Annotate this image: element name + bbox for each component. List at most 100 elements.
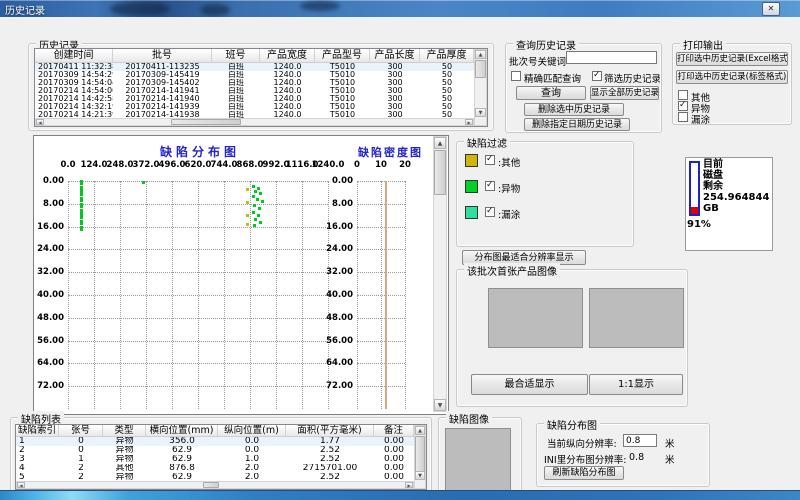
scroll-up-icon[interactable]: ▲	[434, 137, 446, 149]
print-label-button[interactable]: 打印选中历史记录(标签格式)	[676, 70, 788, 84]
column-header[interactable]: 产品厚度	[420, 49, 474, 62]
table-cell: 300	[370, 63, 420, 71]
batch-keyword-input[interactable]	[566, 51, 657, 64]
history-table[interactable]: 创建时间批号班号产品宽度产品型号产品长度产品厚度 20170411 11:32:…	[34, 48, 488, 127]
table-cell: 20170411 11:32:38	[35, 63, 113, 71]
defect-density-plot	[357, 181, 405, 409]
defect-point-dash	[80, 191, 83, 196]
legend-checkbox[interactable]	[485, 207, 495, 217]
column-header[interactable]: 产品长度	[370, 49, 420, 62]
table-row[interactable]: 10异物356.00.01.770.00	[16, 437, 426, 446]
one-to-one-display-button[interactable]: 1:1显示	[589, 374, 683, 395]
scroll-down-icon[interactable]: ▼	[475, 108, 486, 117]
scrollbar-thumb[interactable]	[171, 119, 241, 125]
table-row[interactable]: 20170214 14:32:1920170214-141939白班1240.0…	[35, 103, 487, 111]
column-header[interactable]: 面积(平方毫米)	[286, 425, 374, 436]
defect-point-dash	[80, 203, 83, 208]
column-header[interactable]: 备注	[374, 425, 414, 436]
table-cell: 2.52	[286, 455, 374, 464]
scroll-right-icon[interactable]: ▶	[405, 482, 413, 488]
y-axis-tick: 24.00	[34, 244, 64, 254]
legend-checkbox[interactable]	[485, 155, 495, 165]
table-cell: 50	[420, 103, 474, 111]
print-filter-checkbox[interactable]	[678, 112, 688, 122]
scrollbar-thumb[interactable]	[434, 150, 446, 195]
print-filter-checkbox[interactable]	[678, 101, 688, 111]
scrollbar-thumb[interactable]	[415, 436, 425, 472]
y-axis-tick: 56.00	[324, 336, 353, 346]
x-axis-tick: 248.0	[107, 160, 134, 170]
desktop-glass-blob	[200, 4, 230, 16]
defect-vertical-scrollbar[interactable]: ▲ ▼	[414, 425, 426, 489]
scroll-left-icon[interactable]: ◀	[17, 482, 25, 488]
product-image-placeholder-2	[589, 288, 684, 348]
table-row[interactable]: 20异物62.90.02.520.00	[16, 446, 426, 455]
defect-table[interactable]: 缺陷索引张号类型横向位置(mm)纵向位置(m)面积(平方毫米)备注 10异物35…	[15, 424, 427, 490]
scroll-up-icon[interactable]: ▲	[475, 50, 486, 59]
scroll-left-icon[interactable]: ◀	[36, 119, 44, 125]
table-cell: 50	[420, 71, 474, 79]
y-axis-tick: 8.00	[324, 199, 353, 209]
scroll-up-icon[interactable]: ▲	[415, 426, 425, 435]
table-cell: 异物	[103, 437, 146, 446]
defect-horizontal-scrollbar[interactable]: ◀ ▶	[16, 481, 414, 489]
defect-point-dot	[257, 214, 260, 217]
best-fit-display-button[interactable]: 最合适显示	[471, 374, 588, 395]
refresh-defect-map-button[interactable]: 刷新缺陷分布图	[544, 466, 624, 480]
column-header[interactable]: 横向位置(mm)	[146, 425, 218, 436]
column-header[interactable]: 批号	[113, 49, 212, 62]
column-header[interactable]: 类型	[103, 425, 146, 436]
column-header[interactable]: 纵向位置(m)	[218, 425, 286, 436]
table-cell: T5010	[315, 103, 370, 111]
column-header[interactable]: 张号	[59, 425, 103, 436]
table-row[interactable]: 42其他876.82.02715701.000.00	[16, 464, 426, 473]
table-row[interactable]: 20170214 14:54:0020170214-141941白班1240.0…	[35, 87, 487, 95]
delete-selected-history-button[interactable]: 删除选中历史记录	[524, 103, 624, 116]
column-header[interactable]: 创建时间	[35, 49, 113, 62]
scrollbar-thumb[interactable]	[475, 60, 486, 78]
titlebar[interactable]: 历史记录 ✕	[0, 0, 800, 17]
density-chart-title: 缺陷密度图	[358, 144, 423, 160]
close-icon[interactable]: ✕	[762, 2, 780, 16]
meter-unit-label: 米	[665, 436, 675, 450]
column-header[interactable]: 缺陷索引	[16, 425, 59, 436]
column-header[interactable]: 产品宽度	[260, 49, 315, 62]
table-cell: 300	[370, 95, 420, 103]
table-row[interactable]: 20170309 14:54:0420170309-145402白班1240.0…	[35, 79, 487, 87]
print-excel-button[interactable]: 打印选中历史记录(Excel格式)	[676, 52, 788, 66]
disk-info-line: 目前	[703, 159, 770, 170]
show-all-history-button[interactable]: 显示全部历史记录	[590, 86, 659, 100]
current-resolution-label: 当前纵向分辨率:	[547, 436, 617, 450]
table-cell: 300	[370, 71, 420, 79]
defect-point-dot	[253, 204, 256, 207]
dialog-client-area: 历史记录 创建时间批号班号产品宽度产品型号产品长度产品厚度 20170411 1…	[0, 17, 800, 490]
chart-vertical-scrollbar[interactable]: ▲ ▼	[433, 136, 447, 412]
scroll-down-icon[interactable]: ▼	[434, 399, 446, 411]
y-axis-tick: 40.00	[34, 290, 64, 300]
scroll-right-icon[interactable]: ▶	[465, 119, 473, 125]
table-cell: 0	[59, 446, 103, 455]
print-group-title: 打印输出	[680, 37, 726, 52]
query-button[interactable]: 查询	[516, 86, 586, 100]
table-cell: 白班	[212, 63, 260, 71]
column-header[interactable]: 产品型号	[315, 49, 370, 62]
exact-match-checkbox[interactable]	[511, 71, 521, 81]
current-resolution-input[interactable]	[623, 434, 657, 447]
gridline	[357, 363, 405, 364]
history-vertical-scrollbar[interactable]: ▲ ▼	[474, 49, 487, 126]
x-axis-tick: 0.0	[60, 160, 75, 170]
legend-checkbox[interactable]	[485, 181, 495, 191]
defect-point-dot	[246, 188, 249, 191]
table-row[interactable]: 31异物62.91.02.520.00	[16, 455, 426, 464]
print-filter-checkbox[interactable]	[678, 90, 688, 100]
history-horizontal-scrollbar[interactable]: ◀ ▶	[35, 118, 474, 126]
column-header[interactable]: 班号	[212, 49, 260, 62]
table-row[interactable]: 20170214 14:42:5820170214-141940白班1240.0…	[35, 95, 487, 103]
table-row[interactable]: 20170411 11:32:3820170411-113235白班1240.0…	[35, 63, 487, 71]
delete-by-date-history-button[interactable]: 删除指定日期历史记录	[524, 118, 630, 131]
scroll-down-icon[interactable]: ▼	[415, 471, 425, 480]
defect-point-dot	[246, 214, 249, 217]
scrollbar-thumb[interactable]	[203, 482, 219, 488]
table-row[interactable]: 20170309 14:54:2920170309-145419白班1240.0…	[35, 71, 487, 79]
filter-history-checkbox[interactable]	[592, 71, 602, 81]
